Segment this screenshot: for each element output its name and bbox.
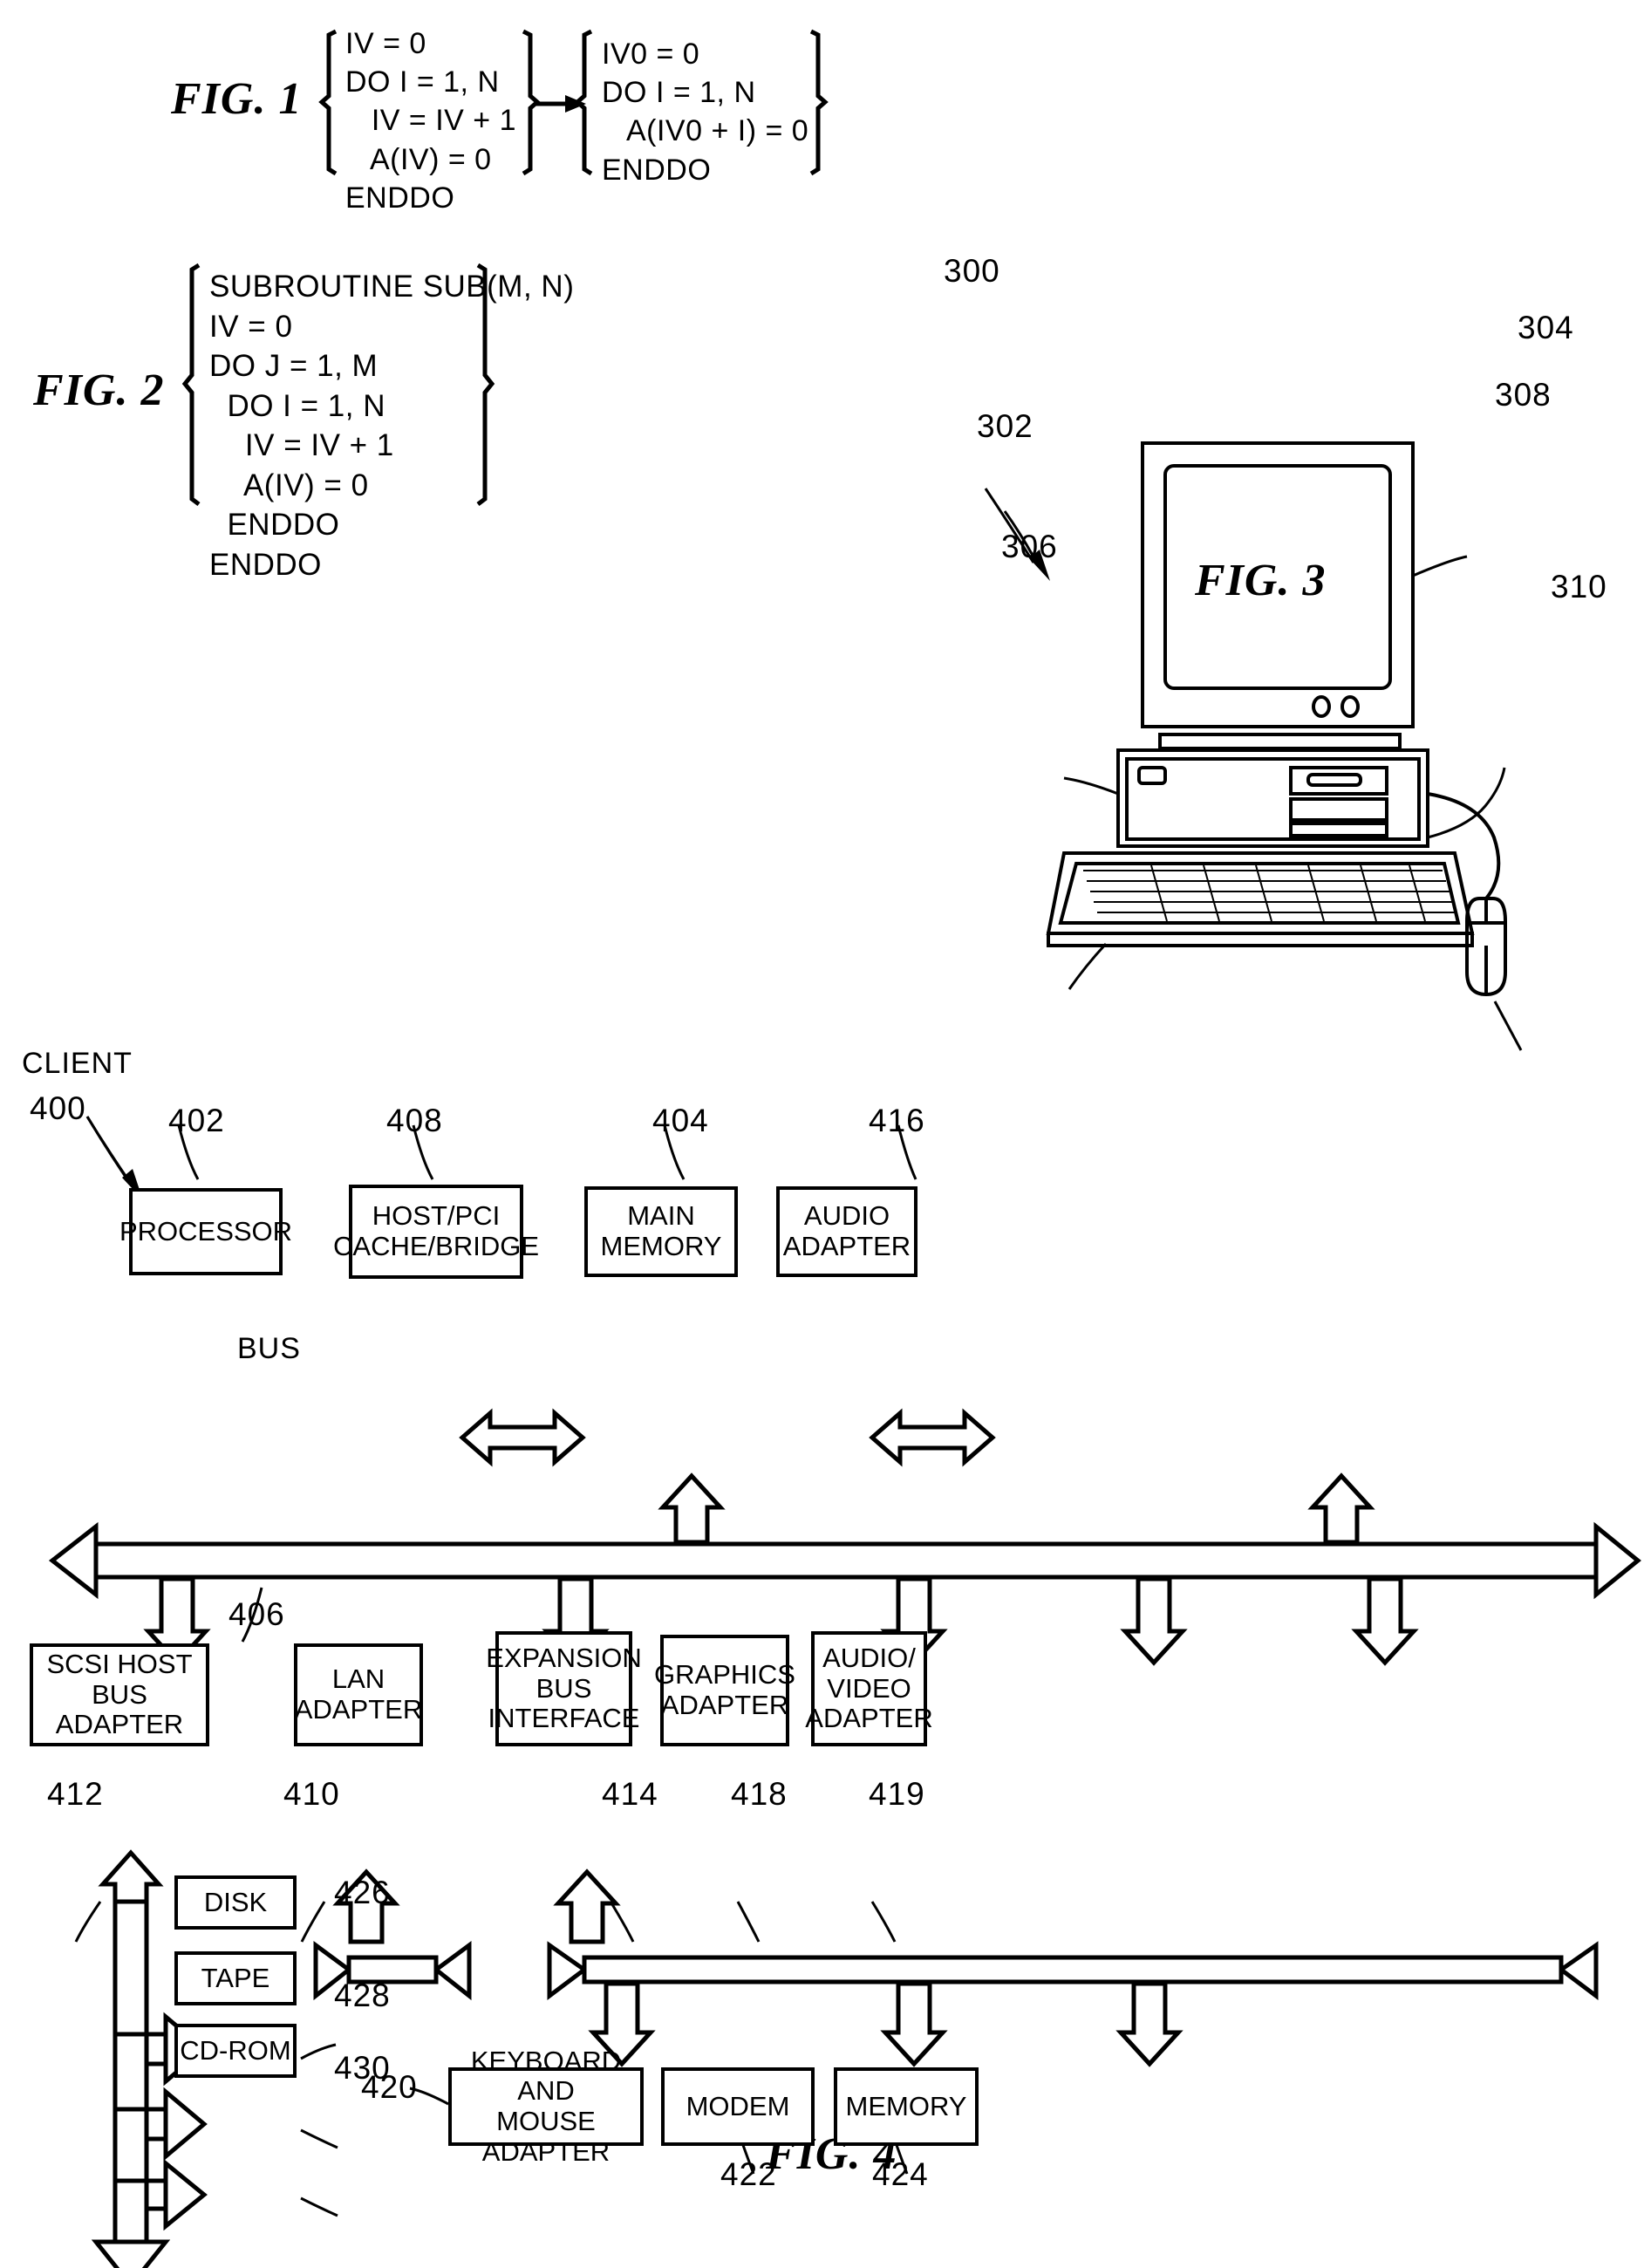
fig4-ref-422: 422 bbox=[720, 2156, 777, 2192]
fig3-ref-304: 304 bbox=[1518, 310, 1574, 345]
fig4-ref-428: 428 bbox=[334, 1978, 391, 2013]
fig3-ref-308: 308 bbox=[1495, 377, 1552, 413]
fig4-box-scsi[interactable]: SCSI HOST BUS ADAPTER bbox=[30, 1643, 209, 1746]
fig4-box-disk[interactable]: DISK bbox=[174, 1875, 297, 1930]
fig4-box-modem-label: MODEM bbox=[686, 2090, 790, 2121]
fig4-ref-424: 424 bbox=[872, 2156, 929, 2192]
fig4-ref-406: 406 bbox=[229, 1596, 285, 1632]
fig3-ref-300: 300 bbox=[944, 253, 1000, 289]
fig4-box-modem[interactable]: MODEM bbox=[661, 2067, 815, 2146]
fig4-box-expansion-label: EXPANSION BUS INTERFACE bbox=[486, 1642, 642, 1734]
fig4-box-lan[interactable]: LAN ADAPTER bbox=[294, 1643, 423, 1746]
fig4-box-audio-adapter-label: AUDIO ADAPTER bbox=[782, 1200, 911, 1261]
fig4-ref-402: 402 bbox=[168, 1103, 225, 1138]
fig4-box-lan-label: LAN ADAPTER bbox=[294, 1663, 423, 1725]
fig4-ref-419: 419 bbox=[869, 1776, 925, 1812]
fig1-left-code: IV = 0 DO I = 1, N IV = IV + 1 A(IV) = 0… bbox=[345, 27, 516, 215]
fig1-right-code: IV0 = 0 DO I = 1, N A(IV0 + I) = 0 ENDDO bbox=[602, 38, 809, 187]
fig2-code: SUBROUTINE SUB(M, N) IV = 0 DO J = 1, M … bbox=[209, 270, 575, 582]
fig3-computer-drawing bbox=[984, 441, 1523, 1051]
fig4-box-memory-label: MEMORY bbox=[845, 2090, 967, 2121]
fig4-box-tape-label: TAPE bbox=[201, 1962, 270, 1993]
fig4-box-kbd-mouse[interactable]: KEYBOARD AND MOUSE ADAPTER bbox=[448, 2046, 644, 2167]
fig4-box-audio-video-label: AUDIO/ VIDEO ADAPTER bbox=[805, 1642, 933, 1734]
fig4-box-main-memory-label: MAIN MEMORY bbox=[600, 1200, 722, 1261]
fig4-box-scsi-label: SCSI HOST BUS ADAPTER bbox=[46, 1648, 193, 1740]
fig3-ref-302: 302 bbox=[977, 408, 1033, 444]
fig4-box-processor[interactable]: PROCESSOR bbox=[119, 1188, 292, 1275]
fig4-box-kbd-mouse-label: KEYBOARD AND MOUSE ADAPTER bbox=[470, 2045, 622, 2167]
fig4-box-tape[interactable]: TAPE bbox=[174, 1951, 297, 2005]
fig4-box-cdrom-label: CD-ROM bbox=[180, 2034, 291, 2066]
fig1-braces bbox=[318, 29, 829, 176]
fig4-box-cdrom[interactable]: CD-ROM bbox=[174, 2024, 297, 2078]
fig4-ref-418: 418 bbox=[731, 1776, 788, 1812]
fig4-box-graphics[interactable]: GRAPHICS ADAPTER bbox=[654, 1635, 795, 1746]
fig4-ref-404: 404 bbox=[652, 1103, 709, 1138]
fig4-box-processor-label: PROCESSOR bbox=[119, 1215, 293, 1247]
fig4-ref-408: 408 bbox=[386, 1103, 443, 1138]
fig4-box-main-memory[interactable]: MAIN MEMORY bbox=[584, 1186, 738, 1277]
fig4-ref-414: 414 bbox=[602, 1776, 658, 1812]
fig4-box-audio-adapter[interactable]: AUDIO ADAPTER bbox=[776, 1186, 918, 1277]
fig4-bus-label: BUS bbox=[237, 1332, 301, 1365]
fig4-ref-426: 426 bbox=[334, 1875, 391, 1910]
fig4-box-audio-video[interactable]: AUDIO/ VIDEO ADAPTER bbox=[805, 1631, 933, 1746]
fig4-ref-420: 420 bbox=[361, 2069, 418, 2105]
fig4-box-graphics-label: GRAPHICS ADAPTER bbox=[654, 1659, 795, 1720]
fig4-ref-412: 412 bbox=[47, 1776, 104, 1812]
fig4-box-bridge-label: HOST/PCI CACHE/BRIDGE bbox=[333, 1200, 539, 1261]
fig4-ref-416: 416 bbox=[869, 1103, 925, 1138]
fig3-ref-306: 306 bbox=[1001, 529, 1058, 564]
fig4-box-memory[interactable]: MEMORY bbox=[834, 2067, 979, 2146]
fig3-ref-310: 310 bbox=[1551, 569, 1607, 605]
fig4-box-disk-label: DISK bbox=[203, 1886, 268, 1917]
fig4-box-bridge[interactable]: HOST/PCI CACHE/BRIDGE bbox=[333, 1185, 539, 1279]
fig4-box-expansion[interactable]: EXPANSION BUS INTERFACE bbox=[486, 1631, 642, 1746]
fig4-ref-410: 410 bbox=[283, 1776, 340, 1812]
